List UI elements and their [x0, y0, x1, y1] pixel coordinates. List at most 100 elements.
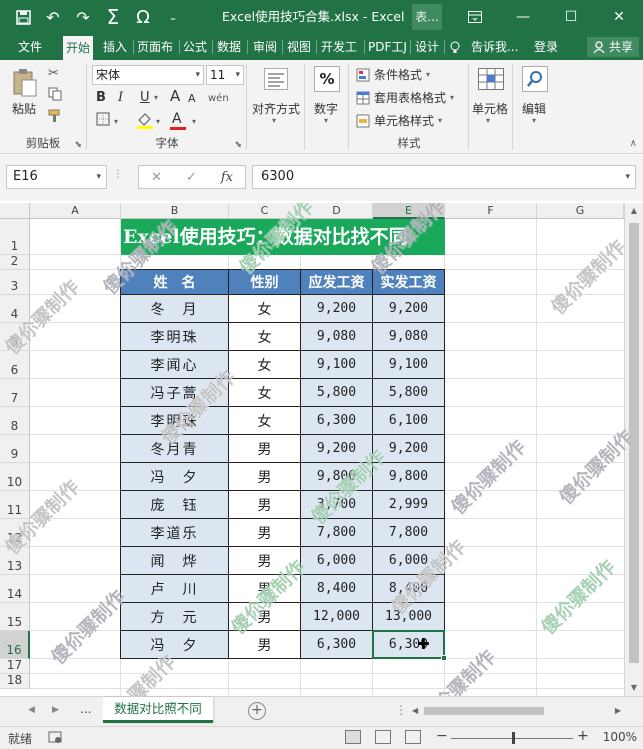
- redo-icon[interactable]: ↷: [68, 2, 98, 32]
- alignment-button[interactable]: 对齐方式: [252, 100, 300, 117]
- payable-salary-cell[interactable]: 8,400: [301, 575, 373, 603]
- autosum-icon[interactable]: Σ: [98, 2, 128, 32]
- row-header-1[interactable]: 1: [0, 219, 30, 255]
- table-header-cell[interactable]: 应发工资: [301, 270, 373, 295]
- actual-salary-cell[interactable]: 9,200: [373, 295, 445, 323]
- horizontal-scrollbar[interactable]: ◀ ▶: [410, 704, 623, 718]
- gender-cell[interactable]: 女: [229, 407, 301, 435]
- scroll-down-icon[interactable]: ▼: [625, 680, 643, 696]
- gender-cell[interactable]: 男: [229, 575, 301, 603]
- format-painter-icon[interactable]: [48, 109, 62, 126]
- row-header-7[interactable]: 7: [0, 379, 30, 407]
- align-icon[interactable]: [264, 68, 288, 93]
- tab-design[interactable]: 设计: [415, 34, 439, 60]
- row-header-10[interactable]: 10: [0, 463, 30, 491]
- tab-insert[interactable]: 插入: [103, 34, 127, 60]
- payable-salary-cell[interactable]: 9,080: [301, 323, 373, 351]
- column-header-d[interactable]: D: [301, 203, 373, 219]
- context-tab-table-tools[interactable]: 表...: [412, 4, 442, 30]
- table-header-cell[interactable]: 性别: [229, 270, 301, 295]
- prev-sheet-icon[interactable]: ◀: [28, 705, 35, 715]
- scroll-left-icon[interactable]: ◀: [412, 704, 418, 718]
- payable-salary-cell[interactable]: 6,300: [301, 631, 373, 659]
- increase-font-button[interactable]: A: [170, 87, 180, 105]
- row-header-8[interactable]: 8: [0, 407, 30, 435]
- close-button[interactable]: ✕: [595, 0, 643, 34]
- minimize-button[interactable]: —: [499, 0, 547, 34]
- tab-pdf-tools[interactable]: PDF工J: [368, 34, 407, 60]
- more-sheets-button[interactable]: ...: [80, 702, 91, 716]
- fill-color-icon[interactable]: [136, 111, 154, 135]
- font-name-select[interactable]: 宋体 ▾: [92, 65, 204, 85]
- underline-button[interactable]: U: [140, 89, 150, 107]
- symbol-icon[interactable]: Ω: [128, 2, 158, 32]
- tab-page-layout[interactable]: 页面布: [137, 34, 173, 60]
- paste-icon[interactable]: [12, 68, 38, 101]
- actual-salary-cell[interactable]: 9,200: [373, 435, 445, 463]
- row-header-15[interactable]: 15: [0, 603, 30, 631]
- tab-data[interactable]: 数据: [217, 34, 241, 60]
- actual-salary-cell[interactable]: 2,999: [373, 491, 445, 519]
- payable-salary-cell[interactable]: 6,000: [301, 547, 373, 575]
- payable-salary-cell[interactable]: 9,100: [301, 351, 373, 379]
- format-as-table-button[interactable]: 套用表格格式 ▾: [356, 89, 454, 106]
- gender-cell[interactable]: 女: [229, 351, 301, 379]
- actual-salary-cell[interactable]: 7,800: [373, 519, 445, 547]
- scrollbar-thumb[interactable]: [424, 707, 544, 715]
- gender-cell[interactable]: 女: [229, 379, 301, 407]
- row-header-5[interactable]: 5: [0, 323, 30, 351]
- normal-view-button[interactable]: [345, 730, 361, 744]
- gender-cell[interactable]: 男: [229, 435, 301, 463]
- column-header-g[interactable]: G: [537, 203, 624, 219]
- worksheet-grid[interactable]: ▲ ▼ A B C D E F G 1 2 3 4 5 6 7 8 9 10 11 12 13 14 15 16 17 18 Ex…: [0, 203, 643, 696]
- actual-salary-cell[interactable]: 6,100: [373, 407, 445, 435]
- cells-icon[interactable]: [478, 68, 504, 93]
- sheet-tab-active[interactable]: 数据对比照不同: [103, 697, 213, 723]
- gender-cell[interactable]: 男: [229, 519, 301, 547]
- fill-handle[interactable]: [441, 655, 447, 661]
- scroll-right-icon[interactable]: ▶: [615, 704, 621, 718]
- copy-icon[interactable]: [48, 87, 62, 104]
- enter-icon[interactable]: ✓: [186, 170, 197, 185]
- tab-formulas[interactable]: 公式: [183, 34, 207, 60]
- page-layout-view-button[interactable]: [375, 730, 391, 744]
- gender-cell[interactable]: 男: [229, 631, 301, 659]
- tab-developer[interactable]: 开发工: [321, 34, 357, 60]
- bold-button[interactable]: B: [96, 89, 106, 107]
- row-header-4[interactable]: 4: [0, 295, 30, 323]
- zoom-slider-knob[interactable]: [512, 732, 515, 744]
- row-header-3[interactable]: 3: [0, 270, 30, 295]
- cell-styles-button[interactable]: 单元格样式 ▾: [356, 112, 442, 129]
- title-banner-cell[interactable]: Excel使用技巧：数据对比找不同: [121, 219, 445, 255]
- column-header-e[interactable]: E: [373, 203, 445, 219]
- tell-me-search[interactable]: 告诉我...: [471, 34, 518, 60]
- actual-salary-cell[interactable]: 9,800: [373, 463, 445, 491]
- clipboard-launcher-icon[interactable]: ⬊: [74, 140, 82, 150]
- gender-cell[interactable]: 男: [229, 463, 301, 491]
- row-header-16[interactable]: 16: [0, 631, 30, 659]
- gender-cell[interactable]: 男: [229, 603, 301, 631]
- row-header-14[interactable]: 14: [0, 575, 30, 603]
- name-cell[interactable]: 闻 烨: [121, 547, 229, 575]
- font-color-button[interactable]: A: [170, 110, 186, 130]
- zoom-in-icon[interactable]: +: [577, 728, 589, 744]
- name-cell[interactable]: 庞 钰: [121, 491, 229, 519]
- page-break-view-button[interactable]: [405, 730, 421, 744]
- name-cell[interactable]: 方 元: [121, 603, 229, 631]
- customize-qat-icon[interactable]: ₌: [158, 2, 188, 32]
- column-header-a[interactable]: A: [30, 203, 121, 219]
- payable-salary-cell[interactable]: 6,300: [301, 407, 373, 435]
- phonetic-guide-button[interactable]: wén: [208, 90, 229, 108]
- row-header-17[interactable]: 17: [0, 658, 30, 674]
- payable-salary-cell[interactable]: 3,700: [301, 491, 373, 519]
- row-header-13[interactable]: 13: [0, 547, 30, 575]
- italic-button[interactable]: I: [118, 89, 123, 107]
- vertical-scrollbar[interactable]: ▲ ▼: [624, 203, 643, 696]
- actual-salary-cell[interactable]: 5,800: [373, 379, 445, 407]
- table-header-cell[interactable]: 实发工资: [373, 270, 445, 295]
- select-all-corner[interactable]: [0, 203, 30, 219]
- collapse-ribbon-icon[interactable]: ∧: [630, 138, 637, 149]
- save-icon[interactable]: [8, 2, 38, 32]
- payable-salary-cell[interactable]: 5,800: [301, 379, 373, 407]
- row-header-18[interactable]: 18: [0, 673, 30, 689]
